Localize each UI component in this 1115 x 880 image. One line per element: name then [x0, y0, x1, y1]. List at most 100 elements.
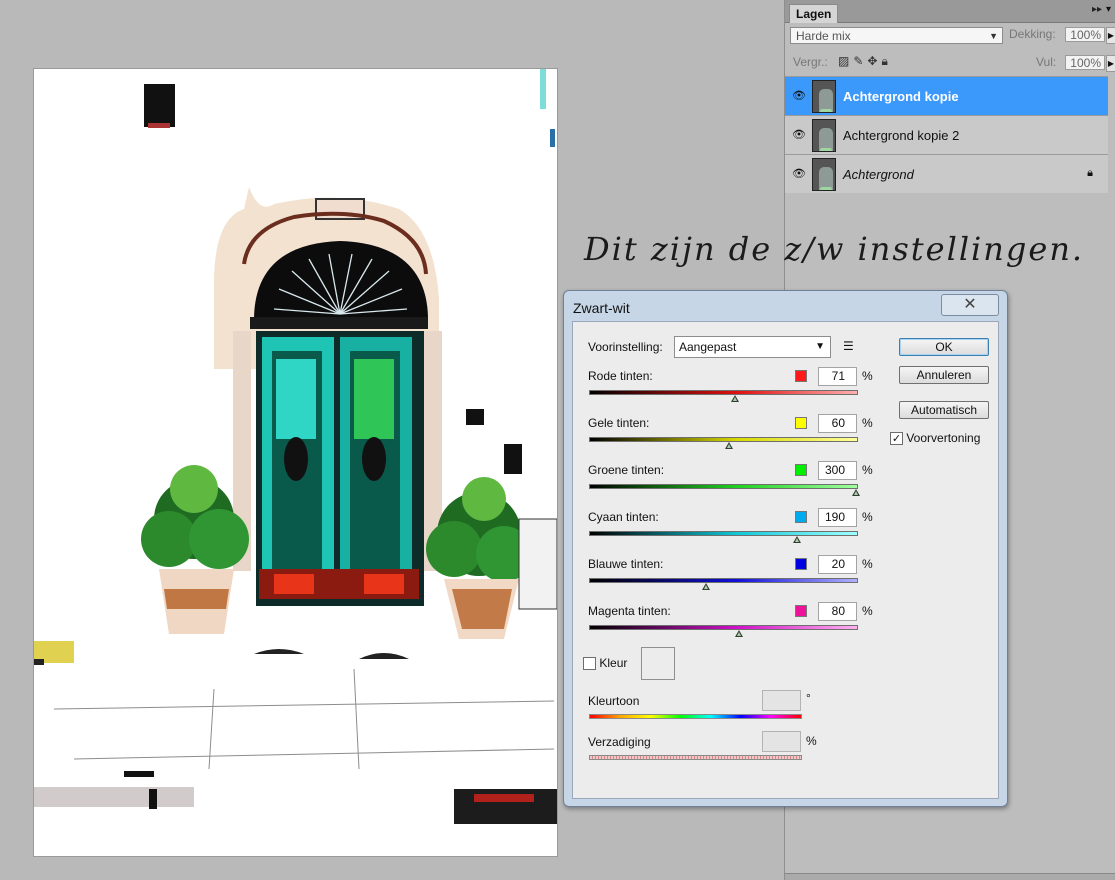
- opacity-field[interactable]: 100%: [1065, 27, 1105, 42]
- tint-label: Kleur: [599, 656, 628, 670]
- visibility-eye-icon[interactable]: 👁︎: [792, 167, 806, 180]
- hue-label: Kleurtoon: [588, 694, 640, 708]
- opacity-slider-arrow-icon[interactable]: ▶: [1106, 27, 1115, 44]
- lock-position-icon[interactable]: ✥: [867, 54, 881, 68]
- lock-all-icon[interactable]: 🔒︎: [881, 54, 891, 68]
- layers-panel-tabbar: Lagen ▸▸ ▾: [785, 0, 1115, 23]
- lock-transparent-icon[interactable]: ▨: [838, 54, 853, 68]
- saturation-label: Verzadiging: [588, 735, 651, 749]
- hue-unit: °: [806, 691, 811, 705]
- slider-label: Groene tinten:: [588, 463, 665, 477]
- slider-track[interactable]: [589, 625, 858, 630]
- cancel-button[interactable]: Annuleren: [899, 366, 989, 384]
- layer-thumbnail: [812, 119, 836, 152]
- layer-thumbnail: [812, 158, 836, 191]
- lock-image-icon[interactable]: ✎: [853, 54, 867, 68]
- slider-percent: %: [862, 369, 873, 383]
- opacity-label: Dekking:: [1009, 27, 1056, 41]
- slider-value-field[interactable]: 20: [818, 555, 857, 574]
- layer-name: Achtergrond kopie 2: [843, 128, 960, 143]
- layer-thumbnail: [812, 80, 836, 113]
- slider-thumb[interactable]: [725, 442, 734, 449]
- ok-button[interactable]: OK: [899, 338, 989, 356]
- dialog-title: Zwart-wit: [573, 300, 630, 316]
- fill-label: Vul:: [1036, 55, 1057, 69]
- tint-color-swatch[interactable]: [641, 647, 675, 680]
- slider-value-field[interactable]: 71: [818, 367, 857, 386]
- slider-color-swatch: [795, 511, 807, 523]
- chevron-down-icon: ▼: [989, 31, 998, 41]
- dialog-titlebar[interactable]: Zwart-wit ✕: [564, 291, 1007, 319]
- layer-row[interactable]: 👁︎ Achtergrond 🔒︎: [785, 154, 1108, 193]
- saturation-field[interactable]: [762, 731, 801, 752]
- fill-slider-arrow-icon[interactable]: ▶: [1106, 55, 1115, 72]
- photo-image: [34, 69, 558, 856]
- dialog-body: Voorinstelling: Aangepast ▼ ☰ OK Annuler…: [572, 321, 999, 799]
- layer-name: Achtergrond kopie: [843, 89, 959, 104]
- slider-thumb[interactable]: [793, 536, 802, 543]
- slider-track[interactable]: [589, 531, 858, 536]
- slider-percent: %: [862, 604, 873, 618]
- visibility-eye-icon[interactable]: 👁︎: [792, 128, 806, 141]
- slider-thumb[interactable]: [852, 489, 860, 496]
- slider-label: Gele tinten:: [588, 416, 650, 430]
- slider-percent: %: [862, 463, 873, 477]
- fill-field[interactable]: 100%: [1065, 55, 1105, 70]
- tint-checkbox-row[interactable]: Kleur: [583, 656, 628, 671]
- preset-value: Aangepast: [679, 340, 737, 354]
- slider-value-field[interactable]: 80: [818, 602, 857, 621]
- slider-percent: %: [862, 416, 873, 430]
- document-canvas[interactable]: [34, 69, 558, 856]
- panel-menu-icon[interactable]: ▾: [1106, 4, 1115, 18]
- tab-layers[interactable]: Lagen: [789, 4, 839, 23]
- saturation-slider-track[interactable]: [589, 755, 802, 760]
- hue-field[interactable]: [762, 690, 801, 711]
- blend-mode-value: Harde mix: [796, 29, 851, 43]
- preview-checkbox[interactable]: ✓: [890, 432, 903, 446]
- preset-label: Voorinstelling:: [588, 340, 663, 354]
- slider-color-swatch: [795, 464, 807, 476]
- slider-label: Blauwe tinten:: [588, 557, 664, 571]
- saturation-unit: %: [806, 734, 817, 748]
- slider-thumb[interactable]: [730, 395, 739, 402]
- black-white-dialog: Zwart-wit ✕ Voorinstelling: Aangepast ▼ …: [563, 290, 1008, 807]
- tint-checkbox[interactable]: [583, 657, 596, 671]
- slider-color-swatch: [795, 558, 807, 570]
- slider-color-swatch: [795, 417, 807, 429]
- slider-color-swatch: [795, 605, 807, 617]
- collapse-panel-icon[interactable]: ▸▸: [1092, 4, 1102, 15]
- slider-label: Cyaan tinten:: [588, 510, 659, 524]
- slider-track[interactable]: [589, 437, 858, 442]
- layer-lock-icon: 🔒︎: [1087, 167, 1093, 179]
- slider-percent: %: [862, 557, 873, 571]
- slider-thumb[interactable]: [734, 630, 743, 637]
- layer-row[interactable]: 👁︎ Achtergrond kopie 2: [785, 115, 1108, 154]
- close-icon[interactable]: ✕: [941, 294, 999, 316]
- layer-row[interactable]: 👁︎ Achtergrond kopie: [785, 76, 1108, 115]
- preview-checkbox-row[interactable]: ✓ Voorvertoning: [890, 431, 981, 446]
- slider-percent: %: [862, 510, 873, 524]
- chevron-down-icon: ▼: [815, 341, 825, 352]
- slider-value-field[interactable]: 190: [818, 508, 857, 527]
- slider-track[interactable]: [589, 390, 858, 395]
- slider-label: Magenta tinten:: [588, 604, 671, 618]
- slider-track[interactable]: [589, 578, 858, 583]
- layer-name: Achtergrond: [843, 167, 914, 182]
- visibility-eye-icon[interactable]: 👁︎: [792, 89, 806, 102]
- slider-label: Rode tinten:: [588, 369, 653, 383]
- layers-panel-footer: [785, 873, 1115, 880]
- preset-options-icon[interactable]: ☰: [843, 339, 854, 353]
- lock-options: ▨✎✥🔒︎: [838, 54, 892, 69]
- lock-label: Vergr.:: [793, 55, 828, 69]
- preview-label: Voorvertoning: [906, 431, 981, 445]
- hue-slider-track[interactable]: [589, 714, 802, 719]
- auto-button[interactable]: Automatisch: [899, 401, 989, 419]
- slider-value-field[interactable]: 60: [818, 414, 857, 433]
- slider-color-swatch: [795, 370, 807, 382]
- handwritten-note: Dit zijn de z/w instellingen.: [584, 230, 1085, 268]
- slider-track[interactable]: [589, 484, 858, 489]
- preset-select[interactable]: Aangepast ▼: [674, 336, 831, 358]
- slider-value-field[interactable]: 300: [818, 461, 857, 480]
- blend-mode-select[interactable]: Harde mix ▼: [790, 27, 1003, 44]
- slider-thumb[interactable]: [702, 583, 711, 590]
